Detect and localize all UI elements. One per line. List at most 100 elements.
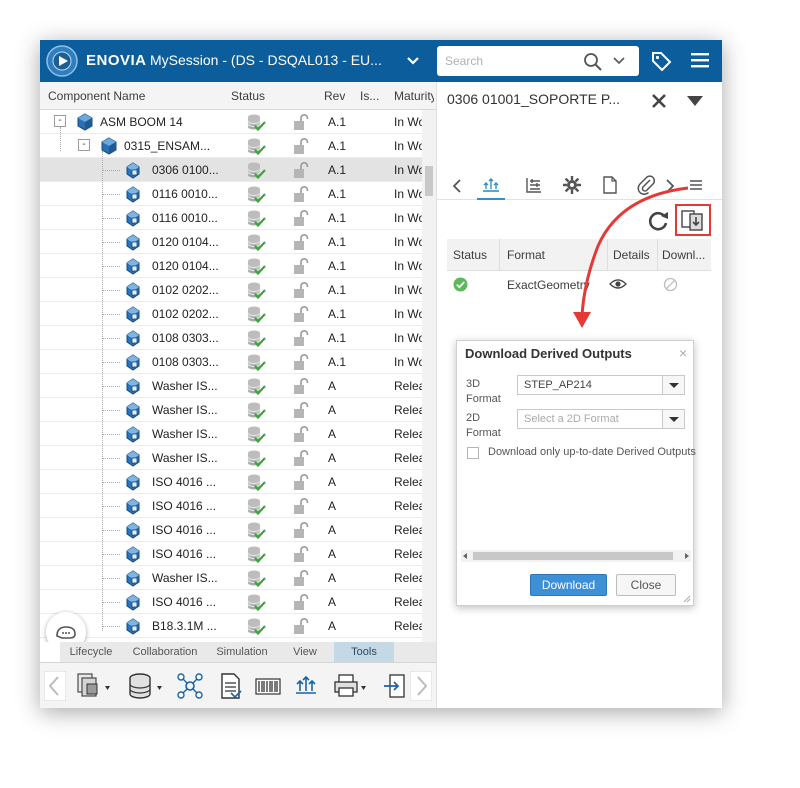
dialog-close-icon[interactable]: × (679, 345, 687, 361)
unlocked-icon[interactable] (292, 281, 310, 299)
component-name[interactable]: 0102 0202... (152, 283, 219, 297)
unlocked-icon[interactable] (292, 209, 310, 227)
component-name[interactable]: 0116 0010... (152, 187, 218, 201)
component-name[interactable]: Washer IS... (152, 451, 218, 465)
gear-icon[interactable] (561, 174, 583, 196)
tag-icon[interactable] (650, 50, 672, 72)
unlocked-icon[interactable] (292, 113, 310, 131)
dialog-scrollbar-thumb[interactable] (473, 552, 673, 560)
chevron-left-icon[interactable] (449, 174, 465, 196)
compass-logo-icon[interactable] (46, 45, 78, 77)
table-row[interactable]: Washer IS... A Released (40, 566, 422, 590)
table-row[interactable]: 0108 0303... A.1 In Work (40, 326, 422, 350)
unlocked-icon[interactable] (292, 161, 310, 179)
component-name[interactable]: ASM BOOM 14 (100, 115, 183, 129)
table-row[interactable]: 0120 0104... A.1 In Work (40, 254, 422, 278)
session-title[interactable]: MySession - (DS - DSQAL013 - EU... (150, 52, 412, 68)
scroll-left-arrow-icon[interactable] (461, 552, 469, 560)
component-name[interactable]: Washer IS... (152, 427, 218, 441)
component-name[interactable]: ISO 4016 ... (152, 499, 216, 513)
unlocked-icon[interactable] (292, 569, 310, 587)
component-name[interactable]: 0120 0104... (152, 235, 219, 249)
chevron-down-icon[interactable] (406, 55, 420, 67)
download-derived-outputs-button[interactable] (675, 204, 711, 236)
component-name[interactable]: 0315_ENSAM... (124, 139, 210, 153)
column-header-format[interactable]: Format (507, 248, 545, 262)
refresh-icon[interactable] (645, 208, 671, 234)
database-icon[interactable] (126, 671, 166, 701)
hamburger-menu-icon[interactable] (691, 52, 709, 68)
derived-outputs-tab-icon[interactable] (480, 174, 502, 196)
network-nodes-icon[interactable] (176, 671, 204, 701)
column-header-component-name[interactable]: Component Name (48, 89, 145, 103)
collapse-triangle-icon[interactable] (686, 95, 704, 107)
dropdown-arrow-icon[interactable] (662, 376, 684, 394)
tree-expander[interactable]: - (54, 115, 66, 127)
column-header-rev[interactable]: Rev (324, 89, 345, 103)
table-row[interactable]: 0102 0202... A.1 In Work (40, 278, 422, 302)
unlocked-icon[interactable] (292, 137, 310, 155)
unlocked-icon[interactable] (292, 449, 310, 467)
table-row[interactable]: 0102 0202... A.1 In Work (40, 302, 422, 326)
scroll-left-icon[interactable] (44, 671, 66, 701)
table-row[interactable]: 0116 0010... A.1 In Work (40, 182, 422, 206)
eye-icon[interactable] (609, 278, 627, 290)
table-row[interactable]: - 0315_ENSAM... A.1 In Work (40, 134, 422, 158)
column-header-details[interactable]: Details (613, 248, 653, 262)
unlocked-icon[interactable] (292, 473, 310, 491)
search-icon[interactable] (583, 52, 603, 72)
2d-format-select[interactable]: Select a 2D Format (517, 409, 685, 429)
dialog-horizontal-scrollbar[interactable] (461, 550, 691, 562)
component-name[interactable]: ISO 4016 ... (152, 547, 216, 561)
download-button[interactable]: Download (530, 574, 607, 596)
search-scope-chevron-icon[interactable] (613, 57, 625, 65)
unlocked-icon[interactable] (292, 521, 310, 539)
unlocked-icon[interactable] (292, 233, 310, 251)
chevron-right-icon[interactable] (663, 174, 677, 196)
paperclip-icon[interactable] (635, 174, 657, 196)
search-input[interactable] (443, 50, 573, 72)
unlocked-icon[interactable] (292, 377, 310, 395)
table-row[interactable]: ISO 4016 ... A Released (40, 494, 422, 518)
column-header-status[interactable]: Status (453, 248, 487, 262)
unlocked-icon[interactable] (292, 617, 310, 635)
print-icon[interactable] (332, 671, 370, 701)
table-row[interactable]: - ASM BOOM 14 A.1 In Work (40, 110, 422, 134)
exit-panel-icon[interactable] (382, 671, 408, 701)
tree-expander[interactable]: - (78, 139, 90, 151)
component-name[interactable]: Washer IS... (152, 571, 218, 585)
close-button[interactable]: Close (616, 574, 676, 596)
tab-collaboration[interactable]: Collaboration (122, 642, 208, 662)
table-row[interactable]: ISO 4016 ... A Released (40, 542, 422, 566)
unlocked-icon[interactable] (292, 425, 310, 443)
grid-scrollbar-thumb[interactable] (425, 166, 433, 196)
component-name[interactable]: 0108 0303... (152, 331, 219, 345)
table-row[interactable]: 0306 0100... A.1 In Work (40, 158, 422, 182)
table-row[interactable]: 0108 0303... A.1 In Work (40, 350, 422, 374)
component-name[interactable]: 0102 0202... (152, 307, 219, 321)
table-row[interactable]: 0120 0104... A.1 In Work (40, 230, 422, 254)
component-name[interactable]: ISO 4016 ... (152, 595, 216, 609)
tab-simulation[interactable]: Simulation (208, 642, 276, 662)
table-row[interactable]: Washer IS... A Released (40, 446, 422, 470)
column-header-is[interactable]: Is... (360, 89, 386, 103)
scroll-right-arrow-icon[interactable] (683, 552, 691, 560)
close-icon[interactable] (650, 92, 668, 110)
barcode-icon[interactable] (254, 671, 282, 701)
component-name[interactable]: B18.3.1M ... (152, 619, 217, 633)
tab-view[interactable]: View (276, 642, 334, 662)
unlocked-icon[interactable] (292, 185, 310, 203)
component-name[interactable]: Washer IS... (152, 379, 218, 393)
tab-tools[interactable]: Tools (334, 642, 394, 662)
component-name[interactable]: 0120 0104... (152, 259, 219, 273)
table-row[interactable]: Washer IS... A Released (40, 398, 422, 422)
properties-tab-icon[interactable] (523, 174, 545, 196)
table-row[interactable]: ISO 4016 ... A Released (40, 470, 422, 494)
scroll-right-icon[interactable] (410, 671, 432, 701)
component-name[interactable]: Washer IS... (152, 403, 218, 417)
unlocked-icon[interactable] (292, 353, 310, 371)
unlocked-icon[interactable] (292, 497, 310, 515)
up-to-date-checkbox[interactable] (467, 447, 479, 459)
document-tab-icon[interactable] (599, 174, 621, 196)
unlocked-icon[interactable] (292, 593, 310, 611)
